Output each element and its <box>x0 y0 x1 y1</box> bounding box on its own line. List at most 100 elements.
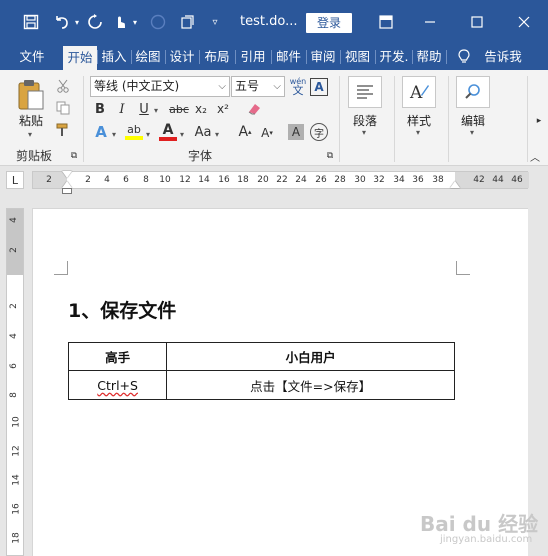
tab-review[interactable]: 审阅 <box>307 44 339 70</box>
vertical-scrollbar[interactable] <box>530 208 548 556</box>
horizontal-ruler[interactable]: 2 2 4 6 8 10 12 14 16 18 20 22 24 26 28 … <box>32 171 529 194</box>
text-effects-button[interactable]: A <box>92 122 110 142</box>
search-icon[interactable] <box>456 76 490 108</box>
grow-font-label: A <box>238 124 249 140</box>
vruler-number: 10 <box>11 416 22 428</box>
font-color-button[interactable]: A <box>158 122 178 142</box>
grow-font-button[interactable]: A ▴ <box>236 122 254 142</box>
text-effects-dropdown-icon[interactable]: ▾ <box>112 130 116 139</box>
tab-selector[interactable]: L <box>6 171 24 189</box>
tab-home[interactable]: 开始 <box>63 46 97 70</box>
italic-button[interactable]: I <box>114 100 130 118</box>
restore-icon[interactable] <box>465 10 489 34</box>
vruler-number: 4 <box>8 217 19 223</box>
table-header-cell[interactable]: 高手 <box>67 342 168 371</box>
subscript-button[interactable]: x₂ <box>192 100 210 118</box>
underline-button[interactable]: U <box>136 100 152 118</box>
font-group-label: 字体 <box>187 149 212 163</box>
font-color-label: A <box>162 122 174 138</box>
document-table[interactable]: 高手 小白用户 Ctrl+S 点击【文件=>保存】 <box>67 342 455 400</box>
tab-developer[interactable]: 开发. <box>376 44 412 70</box>
vertical-ruler[interactable]: 4 2 2 4 6 8 10 12 14 16 18 <box>6 208 24 556</box>
clipboard-launcher-icon[interactable]: ⧉ <box>68 150 80 162</box>
clipboard-group-label: 剪贴板 <box>15 149 52 163</box>
tab-help[interactable]: 帮助 <box>413 44 445 70</box>
tab-mailings[interactable]: 邮件 <box>272 44 305 70</box>
highlight-color-bar <box>125 136 143 140</box>
tab-design[interactable]: 设计 <box>166 44 198 70</box>
customize-icon[interactable]: ▿ <box>206 10 224 34</box>
paragraph-icon[interactable] <box>348 76 382 108</box>
undo-dropdown-icon[interactable]: ▾ <box>72 10 82 34</box>
enclose-characters-button[interactable]: 字 <box>310 123 328 141</box>
vruler-number: 8 <box>8 392 19 398</box>
editing-label[interactable]: 编辑 <box>453 112 493 129</box>
table-header-cell[interactable]: 小白用户 <box>166 342 455 371</box>
title-bar: ▾ ▾ ▿ test.do... 登录 <box>0 0 548 44</box>
save-icon[interactable] <box>20 10 42 34</box>
touch-dropdown-icon[interactable]: ▾ <box>130 10 140 34</box>
tab-view[interactable]: 视图 <box>341 44 374 70</box>
font-name-select[interactable]: 等线 (中文正文) ⌵ <box>90 76 230 97</box>
highlight-button[interactable]: ab <box>124 122 144 142</box>
styles-dropdown-icon[interactable]: ▾ <box>416 128 420 137</box>
right-indent-handle[interactable] <box>450 181 460 188</box>
tell-me-search[interactable]: 告诉我 <box>478 44 528 70</box>
paste-icon[interactable] <box>14 78 48 112</box>
autosave-icon[interactable] <box>148 10 168 34</box>
shrink-font-button[interactable]: A ▾ <box>258 124 276 142</box>
ribbon-display-icon[interactable] <box>375 10 397 34</box>
undo-icon[interactable] <box>50 10 74 34</box>
format-painter-icon[interactable] <box>54 122 72 138</box>
highlight-dropdown-icon[interactable]: ▾ <box>146 130 150 139</box>
change-case-dropdown-icon[interactable]: ▾ <box>215 130 219 139</box>
document-title: test.do... <box>240 14 298 29</box>
bold-button[interactable]: B <box>92 100 108 118</box>
vruler-number: 2 <box>8 247 19 253</box>
strikethrough-button[interactable]: abc <box>168 100 190 118</box>
redo-icon[interactable] <box>84 10 106 34</box>
font-size-select[interactable]: 五号 ⌵ <box>231 76 285 97</box>
login-button[interactable]: 登录 <box>306 13 352 33</box>
paste-label[interactable]: 粘贴 <box>14 112 48 129</box>
copy-icon[interactable] <box>54 100 72 116</box>
editing-dropdown-icon[interactable]: ▾ <box>470 128 474 137</box>
tab-layout[interactable]: 布局 <box>200 44 234 70</box>
tab-draw[interactable]: 绘图 <box>132 44 164 70</box>
character-border-icon[interactable]: A <box>310 78 328 96</box>
paragraph-label[interactable]: 段落 <box>345 112 385 129</box>
first-line-indent-handle[interactable] <box>62 171 72 178</box>
minimize-icon[interactable] <box>418 10 442 34</box>
paragraph-dropdown-icon[interactable]: ▾ <box>362 128 366 137</box>
table-cell[interactable]: Ctrl+S <box>67 370 168 400</box>
collapse-ribbon-icon[interactable]: ︿ <box>528 150 542 164</box>
styles-icon[interactable]: A <box>402 76 436 108</box>
hanging-indent-handle[interactable] <box>62 181 72 188</box>
share-icon[interactable] <box>176 10 198 34</box>
cut-icon[interactable] <box>54 78 72 94</box>
clear-format-icon[interactable] <box>244 100 264 118</box>
close-icon[interactable] <box>512 10 536 34</box>
font-launcher-icon[interactable]: ⧉ <box>324 150 336 162</box>
tab-insert[interactable]: 插入 <box>98 44 130 70</box>
ruler-number: 6 <box>123 175 129 185</box>
paste-dropdown-icon[interactable]: ▾ <box>28 130 32 139</box>
ruler-number: 28 <box>334 175 346 185</box>
underline-dropdown-icon[interactable]: ▾ <box>154 106 158 115</box>
left-indent-handle[interactable] <box>62 188 72 194</box>
touch-mode-icon[interactable] <box>110 10 130 34</box>
tab-references[interactable]: 引用 <box>236 44 270 70</box>
font-color-dropdown-icon[interactable]: ▾ <box>180 130 184 139</box>
character-shading-button[interactable]: A <box>288 124 304 140</box>
superscript-button[interactable]: x² <box>214 100 232 118</box>
phonetic-guide-icon[interactable]: wén 文 <box>288 74 308 98</box>
change-case-button[interactable]: Aa <box>192 122 214 142</box>
ruler-number: 38 <box>432 175 444 185</box>
styles-label[interactable]: 样式 <box>399 112 439 129</box>
ruler-number: 10 <box>159 175 171 185</box>
table-cell[interactable]: 点击【文件=>保存】 <box>166 370 455 400</box>
chevron-right-icon[interactable]: ▸ <box>533 114 545 128</box>
tab-file[interactable]: 文件 <box>14 44 50 70</box>
document-heading[interactable]: 1、保存文件 <box>68 296 176 323</box>
chevron-down-icon: ⌵ <box>218 81 226 92</box>
